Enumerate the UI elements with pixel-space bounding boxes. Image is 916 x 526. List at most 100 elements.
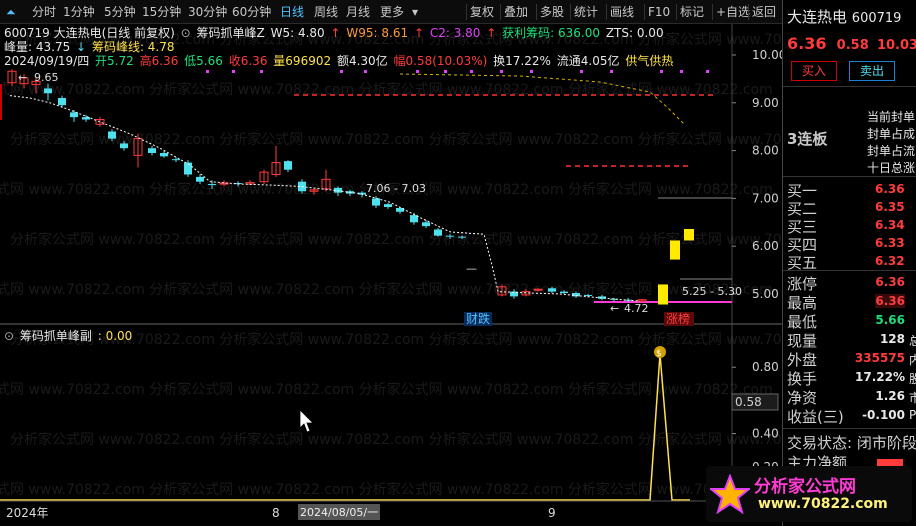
arrow-left-icon: ← (18, 71, 27, 84)
stat-value: 17.22% (855, 370, 905, 384)
signal-dot (660, 70, 663, 73)
site-logo: 分析家公式网 www.70822.com (706, 466, 912, 522)
quote-change: 0.58 (836, 38, 869, 53)
toolbar-button-4[interactable]: 画线 (610, 3, 634, 21)
candle-body (108, 131, 116, 139)
stat-row: 外盘 335575 内 (787, 349, 916, 370)
period-tab-4[interactable]: 30分钟 (188, 3, 227, 21)
stat-label: 外盘 (787, 351, 818, 369)
period-tab-0[interactable]: 分时 (32, 3, 56, 21)
stat-row: 最低 5.66 (787, 311, 916, 332)
tag-fall-label: 财跌 (466, 311, 490, 326)
collapse-icon[interactable]: ⏶ (6, 3, 16, 21)
candle-body (434, 229, 442, 236)
toolbar-button-2[interactable]: 多股 (540, 3, 564, 21)
profit-value: 获利筹码: 636.00 (502, 26, 600, 40)
signal-dot (260, 70, 263, 73)
toolbar-button-6[interactable]: 标记 (680, 3, 704, 21)
quote-title: 大连热电 600719 (787, 6, 901, 27)
period-tab-6[interactable]: 日线 (280, 3, 304, 21)
candle-body (82, 117, 90, 120)
candle-body (560, 291, 568, 294)
toolbar-button-7[interactable]: +自选 (716, 3, 750, 21)
time-label: 2024年 (6, 506, 49, 520)
period-tab-9[interactable]: 更多 (380, 3, 404, 21)
stat-label: 换手 (787, 370, 818, 388)
stat-value: 128 (879, 332, 905, 346)
w5-value: W5: 4.80 (270, 26, 325, 40)
price-tick-label: 5.00 (752, 287, 779, 301)
price-tick-label: 8.00 (752, 144, 779, 158)
toolbar-button-5[interactable]: F10 (648, 3, 670, 21)
time-label: 9 (548, 506, 556, 520)
w95-value: W95: 8.61 (346, 26, 409, 40)
bid-value: 6.35 (875, 200, 905, 214)
candle-body (120, 143, 128, 149)
stat-value: 6.36 (875, 275, 905, 289)
candle-body (44, 88, 52, 94)
low-range-label: 5.25 - 5.30 (682, 285, 742, 298)
watermark-text: 分析家公式网 www.70822.com 分析家公式网 www.70822.co… (0, 481, 773, 498)
sub-indicator-header: ⊙ 筹码抓单峰副 : 0.00 (4, 327, 134, 344)
sub-indicator-line (0, 353, 690, 501)
bar-volume: 量696902 (273, 54, 332, 68)
logo-url: www.70822.com (758, 496, 888, 512)
toolbar-button-1[interactable]: 叠加 (504, 3, 528, 21)
price-tick-label: 6.00 (752, 239, 779, 253)
indicator-circle-icon[interactable]: ⊙ (181, 26, 191, 40)
stat-suffix: 市 (909, 389, 916, 406)
watermark-text: 分析家公式网 www.70822.com 分析家公式网 www.70822.co… (10, 231, 782, 248)
time-cursor-label: 2024/08/05/一 (300, 506, 378, 519)
bar-amount: 额4.30亿 (336, 54, 388, 68)
period-tab-7[interactable]: 周线 (314, 3, 338, 21)
more-chevron-icon[interactable]: ▾ (412, 3, 418, 21)
quote-panel: 大连热电 600719 6.36 0.58 10.03% 买入 卖出 3连板 当… (782, 0, 916, 526)
kline-chart-area[interactable]: 分析家公式网 www.70822.com 分析家公式网 www.70822.co… (0, 24, 782, 524)
signal-dot (340, 70, 343, 73)
period-tab-5[interactable]: 60分钟 (232, 3, 271, 21)
stat-value: 5.66 (875, 313, 905, 327)
candle-body (58, 98, 66, 106)
price-tick-label: 10.00 (752, 48, 782, 62)
w5-arrow-icon: ↑ (330, 26, 341, 40)
toolbar-button-8[interactable]: 返回 (752, 3, 776, 21)
candle-body (284, 161, 292, 170)
sub-indicator-title[interactable]: 筹码抓单峰副 (20, 329, 92, 343)
price-tick-label: 7.00 (752, 191, 779, 205)
trade-status: 交易状态: 闭市阶段 (787, 434, 916, 452)
period-tab-3[interactable]: 15分钟 (142, 3, 181, 21)
bid-value: 6.33 (875, 236, 905, 250)
signal-dot (706, 70, 709, 73)
dash-mark: — (466, 262, 477, 275)
sell-button[interactable]: 卖出 (849, 61, 895, 81)
watermark-text: 分析家公式网 www.70822.com 分析家公式网 www.70822.co… (0, 281, 773, 298)
c2-value: C2: 3.80 (429, 26, 481, 40)
signal-dot (232, 70, 235, 73)
period-tab-8[interactable]: 月线 (346, 3, 370, 21)
bar-low: 低5.66 (184, 54, 223, 68)
price-tick-label: 9.00 (752, 96, 779, 110)
stat-row: 涨停 6.36 (787, 273, 916, 294)
logo-star-icon (710, 474, 750, 514)
bid-value: 6.32 (875, 254, 905, 268)
stat-suffix: 股 (909, 370, 916, 387)
bar-turnover: 换17.22% (493, 54, 551, 68)
limit-note: 当前封单 (867, 110, 916, 124)
toolbar-button-3[interactable]: 统计 (574, 3, 598, 21)
limit-note: 封单占成 (867, 127, 916, 141)
kline-chart[interactable]: 分析家公式网 www.70822.com 分析家公式网 www.70822.co… (0, 24, 782, 524)
logo-text: 分析家公式网 (754, 477, 856, 497)
bar-info-row: 2024/09/19/四 开5.72 高6.36 低5.66 收6.36 量69… (4, 52, 675, 69)
signal-dot (500, 70, 503, 73)
stat-value: 335575 (854, 351, 905, 365)
toolbar-button-0[interactable]: 复权 (470, 3, 494, 21)
indicator-name[interactable]: 筹码抓单峰Z (197, 26, 265, 40)
sub-circle-icon[interactable]: ⊙ (4, 329, 14, 343)
mid-range-label: 7.06 - 7.03 (366, 182, 426, 195)
bar-close: 收6.36 (228, 54, 268, 68)
period-tab-2[interactable]: 5分钟 (104, 3, 136, 21)
period-tab-1[interactable]: 1分钟 (63, 3, 95, 21)
quote-name: 大连热电 (787, 8, 848, 26)
zts-value: ZTS: 0.00 (605, 26, 664, 40)
buy-button[interactable]: 买入 (791, 61, 837, 81)
